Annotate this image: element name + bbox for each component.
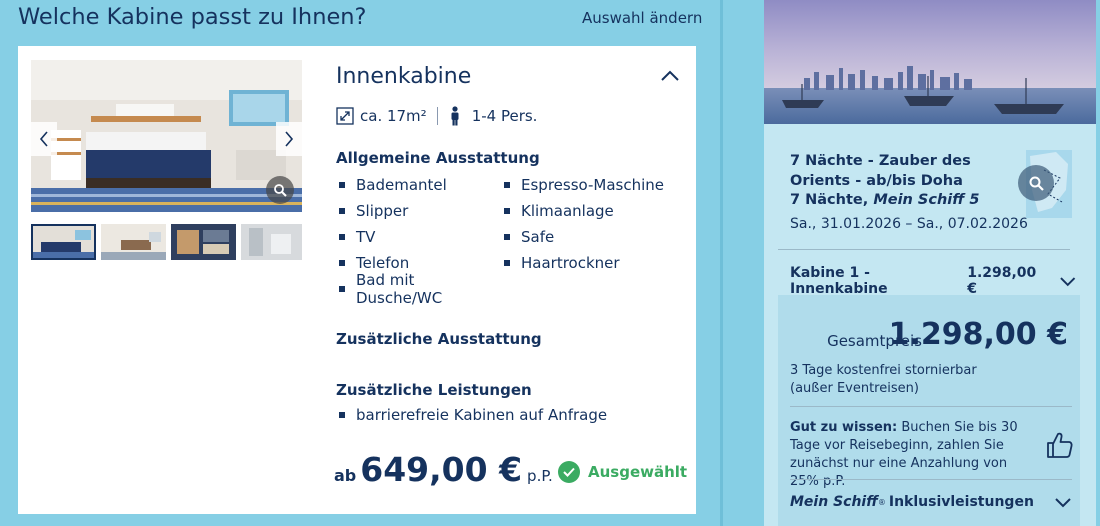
inclusive-services-toggle[interactable]: Mein Schiff ® Inklusivleistungen <box>790 494 1076 510</box>
list-item: Safe <box>501 226 666 248</box>
magnifier-icon <box>1029 176 1044 191</box>
list-item: Slipper <box>336 200 501 222</box>
general-equipment-list: Bademantel Espresso-Maschine Slipper Kli… <box>336 174 676 307</box>
price-suffix: p.P. <box>527 467 553 485</box>
total-price-amount: 1.298,00 € <box>888 317 1068 352</box>
cabin-summary-row[interactable]: Kabine 1 - Innenkabine 1.298,00 € <box>790 265 1076 297</box>
list-item: Klimaanlage <box>501 200 666 222</box>
cabin-name: Innenkabine <box>336 64 472 89</box>
cabin-main-photo[interactable] <box>31 60 302 212</box>
additional-services-list: barrierefreie Kabinen auf Anfrage <box>336 404 607 426</box>
magnifier-icon <box>274 184 287 197</box>
chevron-down-icon <box>1059 277 1075 287</box>
cancellation-note: 3 Tage kostenfrei stornierbar (außer Eve… <box>790 363 977 396</box>
general-equipment-title: Allgemeine Ausstattung <box>336 149 540 167</box>
additional-equipment-title: Zusätzliche Ausstattung <box>336 330 542 348</box>
cabin-persons: 1-4 Pers. <box>471 107 538 125</box>
divider <box>778 249 1070 250</box>
thumbnail-bedroom[interactable] <box>31 224 96 260</box>
page-title: Welche Kabine passt zu Ihnen? <box>18 4 367 30</box>
thumbnail-floorplan[interactable] <box>171 224 236 260</box>
gallery-prev-button[interactable] <box>31 122 57 156</box>
chevron-up-icon <box>661 70 679 81</box>
price-prefix: ab <box>334 466 357 485</box>
cabin-price: ab 649,00 € p.P. <box>334 450 553 489</box>
chevron-right-icon <box>285 131 294 147</box>
resize-arrows-icon <box>336 107 354 125</box>
photo-zoom-button[interactable] <box>266 176 294 204</box>
inclusive-services-label: Inklusivleistungen <box>888 494 1034 510</box>
list-item: Bademantel <box>336 174 501 196</box>
cabin-photo-image <box>31 60 302 212</box>
change-selection-link[interactable]: Auswahl ändern <box>582 9 702 27</box>
column-divider <box>720 0 723 526</box>
thumbnail-cabin-view[interactable] <box>101 224 166 260</box>
cabin-summary-price: 1.298,00 € <box>967 265 1037 297</box>
doha-skyline-image <box>764 0 1096 124</box>
thumbnail-bathroom[interactable] <box>241 224 302 260</box>
chevron-down-icon <box>1055 498 1071 508</box>
check-circle-icon <box>558 461 580 483</box>
spec-divider <box>436 107 438 125</box>
divider <box>790 406 1072 407</box>
list-item: TV <box>336 226 501 248</box>
booking-summary-sidebar: 7 Nächte - Zauber des Orients - ab/bis D… <box>764 0 1096 526</box>
collapse-cabin-button[interactable] <box>658 66 682 86</box>
selected-label: Ausgewählt <box>588 463 688 481</box>
cabin-summary-label: Kabine 1 - Innenkabine <box>790 265 888 297</box>
total-price-box: Gesamtpreis 1.298,00 € 3 Tage kostenfrei… <box>778 295 1080 526</box>
map-zoom-button[interactable] <box>1018 165 1054 201</box>
price-amount: 649,00 € <box>360 450 523 489</box>
person-icon <box>451 106 459 126</box>
brand-name: Mein Schiff <box>790 494 878 510</box>
chevron-left-icon <box>39 131 48 147</box>
good-to-know-note: Gut zu wissen: Buchen Sie bis 30 Tage vo… <box>790 420 1018 489</box>
destination-hero-image <box>764 0 1096 124</box>
cabin-card: Innenkabine ca. 17m² 1-4 Pers. Allgemein… <box>18 46 696 514</box>
ship-name: Mein Schiff 5 <box>873 192 980 208</box>
divider <box>790 479 1072 480</box>
additional-services-title: Zusätzliche Leistungen <box>336 381 532 399</box>
trip-dates: Sa., 31.01.2026 – Sa., 07.02.2026 <box>790 216 1028 232</box>
gallery-next-button[interactable] <box>276 122 302 156</box>
list-item: barrierefreie Kabinen auf Anfrage <box>336 404 607 426</box>
selected-status[interactable]: Ausgewählt <box>558 461 687 483</box>
cabin-specs: ca. 17m² 1-4 Pers. <box>336 106 537 126</box>
trip-title: 7 Nächte - Zauber des Orients - ab/bis D… <box>790 153 980 208</box>
thumbs-up-icon <box>1044 430 1074 460</box>
list-item: Bad mit Dusche/WC <box>336 271 501 307</box>
photo-thumbnails <box>31 224 302 260</box>
list-item: Espresso-Maschine <box>501 174 666 196</box>
list-item: Haartrockner <box>501 252 666 274</box>
cabin-size: ca. 17m² <box>360 107 427 125</box>
